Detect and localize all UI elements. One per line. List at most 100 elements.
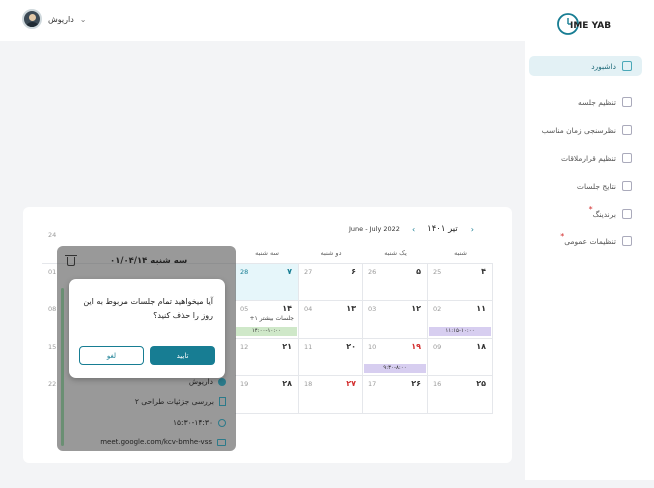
day-number-fa: ۷ <box>287 267 292 276</box>
day-number-fa: ۴ <box>481 267 486 276</box>
day-number-fa: ۲۰ <box>346 341 356 351</box>
calendar-day[interactable]: ۲۶ 17 <box>363 376 428 414</box>
sidebar-item-label: نظرسنجی زمان مناسب <box>541 125 616 135</box>
clock-icon <box>218 418 226 427</box>
edge-day-number: 24 <box>48 230 57 239</box>
svg-text:IME YAB: IME YAB <box>570 21 611 31</box>
calendar-day[interactable]: ۱۴ 05 +۱ جلسات بیشتر ۱۴:۰۰-۱۰:۰۰ <box>235 301 299 339</box>
day-number-fa: ۵ <box>416 267 421 276</box>
day-number-en: 05 <box>240 305 249 314</box>
sidebar-item-label: تنظیمات عمومی <box>564 236 616 246</box>
calendar-day[interactable]: ۲۷ 18 <box>299 376 363 414</box>
sidebar-item-0[interactable]: داشبورد <box>529 56 642 76</box>
month-fa: تیر ۱۴۰۱ <box>427 224 458 234</box>
document-icon <box>219 397 226 406</box>
day-number-fa: ۲۸ <box>282 379 292 389</box>
weekday-3: سه شنبه <box>255 249 279 257</box>
sidebar-item-5[interactable]: * برندینگ <box>529 204 642 224</box>
user-name: داریوش <box>48 14 74 24</box>
panel-bar <box>61 288 64 446</box>
chevron-down-icon[interactable]: ⌄ <box>80 15 87 24</box>
calendar-day[interactable]: ۱۳ 04 <box>299 301 363 339</box>
month-en: June - July 2022 <box>349 225 400 233</box>
day-number-fa: ۱۸ <box>476 341 486 351</box>
sidebar-item-label: داشبورد <box>591 61 616 71</box>
event-chip[interactable]: ۱۱:۱۵-۱۰:۰۰ <box>429 326 491 336</box>
meeting-time: ۱۵:۳۰-۱۴:۳۰ <box>173 418 213 427</box>
building-icon <box>622 209 632 219</box>
day-number-en: 16 <box>433 380 442 389</box>
delete-icon[interactable] <box>67 257 75 266</box>
more-meetings-label[interactable]: +۱ جلسات بیشتر <box>249 315 294 322</box>
day-number-fa: ۱۱ <box>476 304 486 314</box>
calendar-day[interactable]: ۲۸ 19 <box>235 376 299 414</box>
calendar-day[interactable]: ۱۹ 10 ۹:۳۰-۸:۰۰ <box>363 338 428 377</box>
meeting-link[interactable]: meet.google.com/kcv-bmhe-vss <box>100 438 212 446</box>
edge-day-number: 15 <box>48 342 57 351</box>
calendar-check-icon <box>622 97 632 107</box>
meeting-link-row[interactable]: meet.google.com/kcv-bmhe-vss <box>100 438 226 446</box>
meeting-host-row: داریوش <box>189 377 226 386</box>
sidebar-item-4[interactable]: نتایج جلسات <box>529 176 642 196</box>
video-icon <box>217 438 226 446</box>
meeting-time-row: ۱۵:۳۰-۱۴:۳۰ <box>173 418 226 427</box>
day-number-en: 12 <box>240 342 249 351</box>
weekday-0: شنبه <box>454 249 467 257</box>
user-menu[interactable]: داریوش ⌄ <box>22 9 86 29</box>
day-number-en: 19 <box>240 380 249 389</box>
event-chip[interactable]: ۹:۳۰-۸:۰۰ <box>364 364 426 374</box>
sidebar-item-6[interactable]: * تنظیمات عمومی <box>529 231 642 251</box>
calendar-day[interactable]: ۴ 25 <box>428 264 493 302</box>
dialog-message: آیا میخواهید تمام جلسات مربوط به این روز… <box>83 297 213 320</box>
calendar-day[interactable]: ۲۵ 16 <box>428 376 493 414</box>
day-number-en: 26 <box>368 268 377 276</box>
clipboard-icon <box>622 125 632 135</box>
day-number-fa: ۲۷ <box>346 379 356 389</box>
weekday-1: یک شنبه <box>384 249 407 257</box>
logo: IME YAB <box>557 13 611 35</box>
day-number-en: 04 <box>304 305 313 314</box>
sidebar-item-3[interactable]: تنظیم قرارملاقات <box>529 148 642 168</box>
next-month-icon[interactable]: › <box>471 225 474 234</box>
sidebar-item-2[interactable]: نظرسنجی زمان مناسب <box>529 120 642 140</box>
dashboard-icon <box>622 61 632 71</box>
day-number-fa: ۱۲ <box>411 304 421 314</box>
day-number-en: 18 <box>304 380 313 389</box>
day-number-en: 27 <box>304 268 313 276</box>
calendar-day[interactable]: ۱۱ 02 ۱۱:۱۵-۱۰:۰۰ <box>428 301 493 339</box>
day-number-en: 11 <box>304 342 313 351</box>
calendar-day[interactable]: ۲۱ 12 <box>235 338 299 377</box>
calendar-day[interactable]: ۷ 28 <box>235 264 299 302</box>
prev-month-icon[interactable]: ‹ <box>412 225 415 234</box>
day-number-fa: ۲۵ <box>476 379 486 389</box>
calendar-day[interactable]: ۲۰ 11 <box>299 338 363 377</box>
calendar-header: June - July 2022 ‹ تیر ۱۴۰۱ › <box>349 222 495 236</box>
meeting-host: داریوش <box>188 377 213 386</box>
avatar[interactable] <box>22 9 42 29</box>
required-star: * <box>560 231 565 241</box>
cancel-button[interactable]: لغو <box>79 346 144 365</box>
weekday-2: دو شنبه <box>320 249 342 257</box>
edge-day-number: 08 <box>48 305 57 314</box>
event-chip[interactable]: ۱۴:۰۰-۱۰:۰۰ <box>236 326 297 336</box>
report-icon <box>622 181 632 191</box>
day-number-en: 10 <box>368 342 377 351</box>
day-number-en: 17 <box>368 380 377 389</box>
calendar-day[interactable]: ۱۸ 09 <box>428 338 493 377</box>
calendar-day[interactable]: ۶ 27 <box>299 264 363 302</box>
day-number-fa: ۱۹ <box>411 341 421 351</box>
calendar-day[interactable]: ۵ 26 <box>363 264 428 302</box>
edge-day-number: 22 <box>48 380 57 389</box>
meeting-title: بررسی جزئیات طراحی ۲ <box>134 397 214 406</box>
day-number-en: 09 <box>433 342 442 351</box>
user-icon <box>218 377 226 386</box>
meeting-title-row: بررسی جزئیات طراحی ۲ <box>135 397 226 406</box>
day-number-en: 03 <box>368 305 377 314</box>
calendar-day[interactable]: ۱۲ 03 <box>363 301 428 339</box>
day-number-fa: ۱۳ <box>346 304 356 314</box>
day-number-fa: ۱۴ <box>282 304 292 314</box>
sidebar-item-1[interactable]: تنظیم جلسه <box>529 92 642 112</box>
confirm-button[interactable]: تایید <box>150 346 215 365</box>
sidebar-item-label: تنظیم قرارملاقات <box>561 153 616 163</box>
day-number-fa: ۶ <box>351 267 356 276</box>
